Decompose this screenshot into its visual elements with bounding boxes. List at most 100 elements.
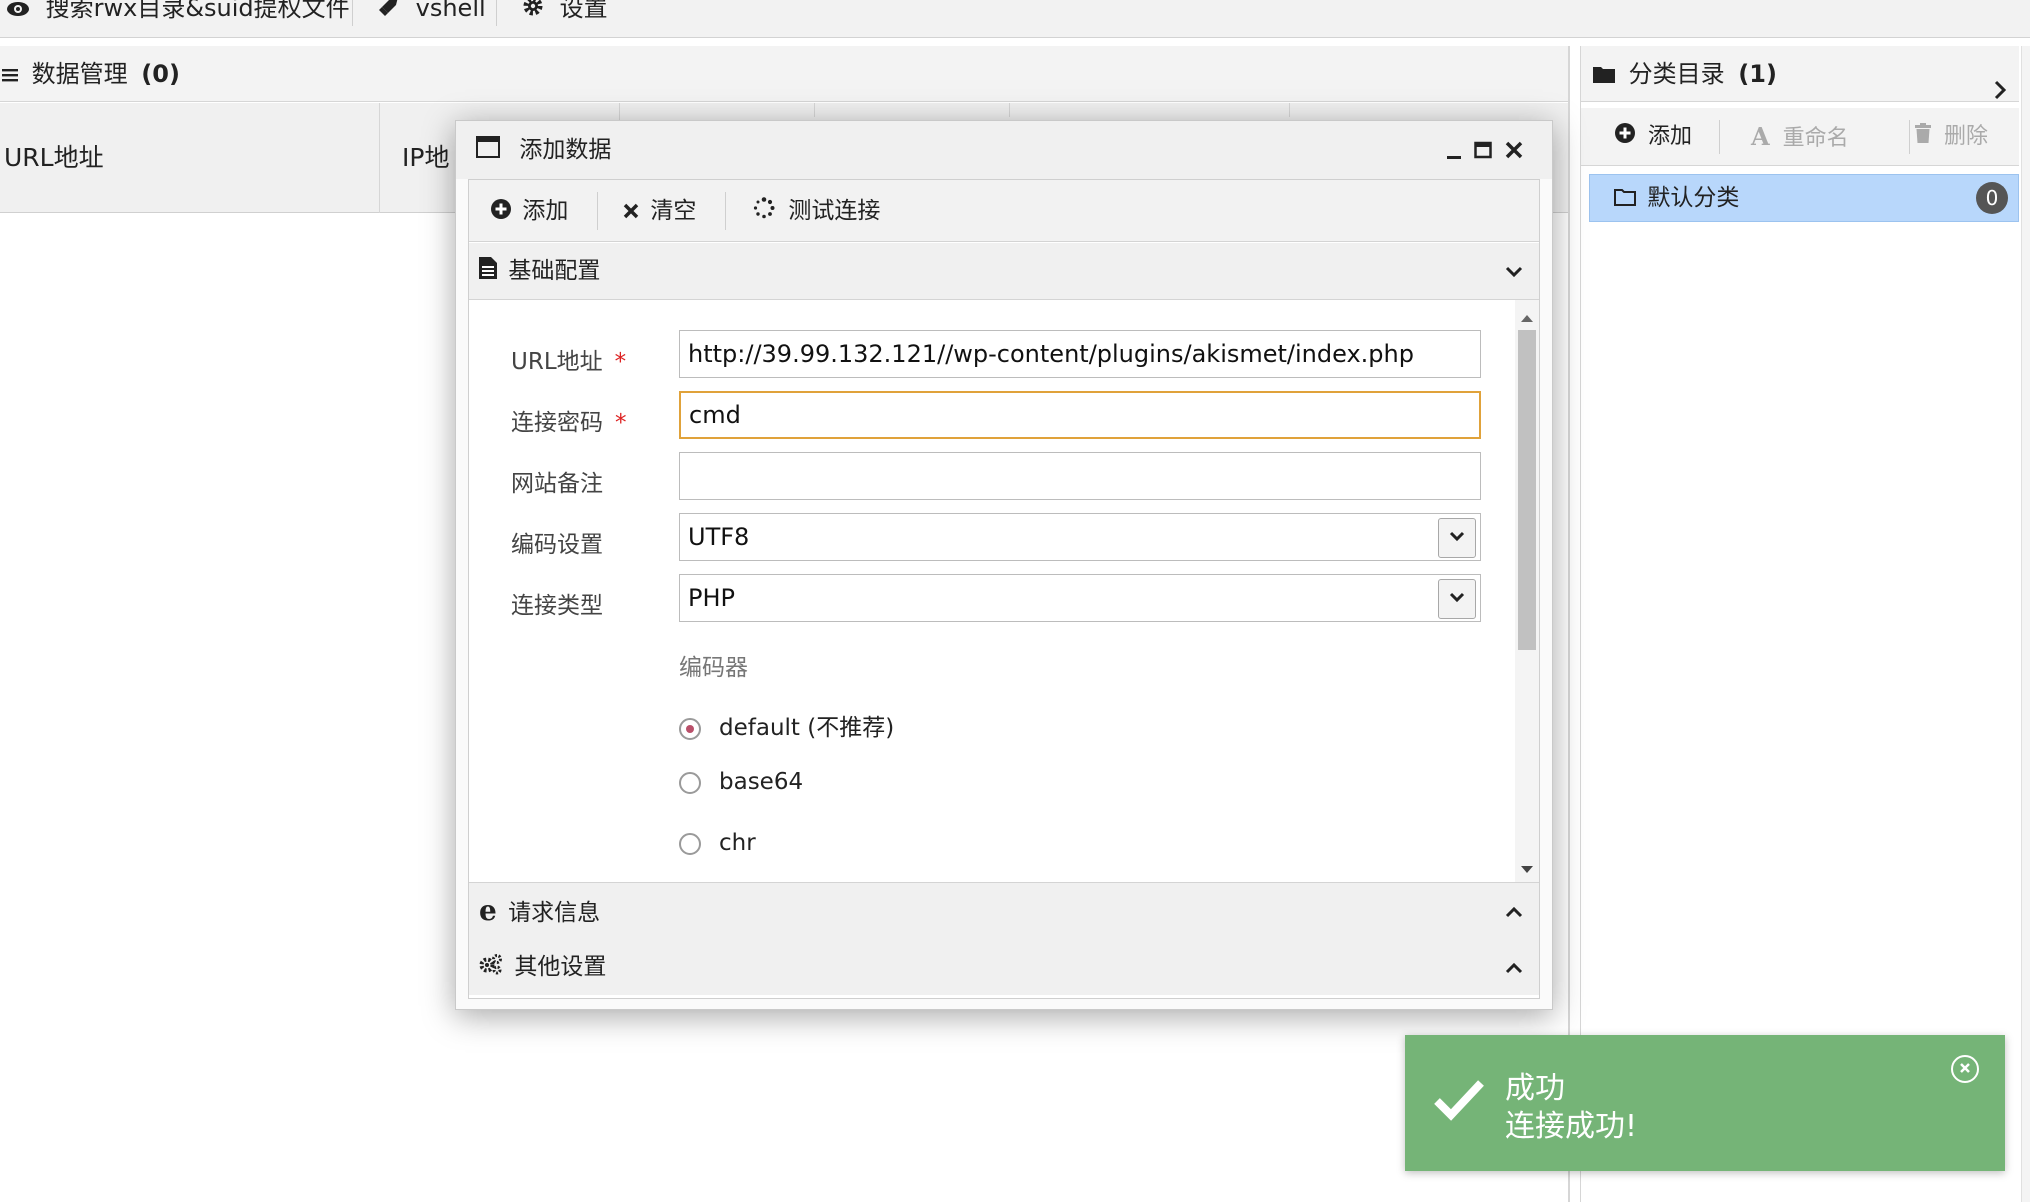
section-other-settings-label: 其他设置 — [514, 954, 607, 980]
scroll-up-icon[interactable] — [1520, 308, 1534, 327]
toast-close-button[interactable] — [1951, 1055, 1979, 1083]
close-icon — [1505, 141, 1523, 159]
note-label: 网站备注 — [511, 471, 603, 497]
success-toast: 成功 连接成功! — [1405, 1035, 2005, 1171]
category-add-button[interactable]: 添加 — [1615, 108, 1692, 166]
url-label-text: URL地址 — [511, 349, 603, 375]
maximize-button[interactable] — [1474, 139, 1492, 166]
window-icon — [476, 122, 500, 180]
password-label: 连接密码 * — [511, 403, 627, 437]
form-scrollbar[interactable] — [1515, 300, 1539, 882]
encoder-option-base64[interactable]: base64 — [679, 769, 803, 795]
scroll-thumb[interactable] — [1518, 330, 1536, 650]
category-add-label: 添加 — [1648, 124, 1693, 149]
category-toolbar: 添加 A 重命名 删除 — [1581, 108, 2019, 166]
toolbar-settings-button[interactable]: 设置 — [522, 0, 608, 28]
category-panel: 分类目录 (1) 添加 A 重命名 删除 默认分类 0 — [1580, 46, 2030, 1202]
trash-icon — [1915, 108, 1931, 166]
encoder-option-label: default (不推荐) — [719, 715, 895, 741]
dialog-clear-label: 清空 — [650, 198, 697, 224]
toast-message: 连接成功! — [1505, 1109, 1638, 1144]
encoder-option-label: chr — [719, 830, 756, 856]
type-select-value: PHP — [688, 584, 735, 612]
dialog-title-bar[interactable]: 添加数据 — [456, 121, 1552, 179]
chevron-down-icon — [1438, 518, 1476, 558]
toolbar-vshell-button[interactable]: vshell — [378, 0, 486, 28]
radio-unchecked-icon — [679, 771, 701, 794]
checkmark-icon — [1433, 1077, 1485, 1125]
dialog-clear-button[interactable]: 清空 — [623, 180, 696, 242]
data-panel-title: 数据管理 — [31, 60, 128, 88]
chevron-up-icon — [1505, 939, 1523, 995]
dialog-toolbar: 添加 清空 测试连接 — [469, 180, 1539, 242]
encoding-select-value: UTF8 — [688, 523, 750, 551]
column-divider — [1010, 103, 1290, 117]
encoder-option-chr[interactable]: chr — [679, 830, 756, 856]
chevron-up-icon — [1505, 883, 1523, 939]
url-input[interactable]: http://39.99.132.121//wp-content/plugins… — [679, 330, 1481, 378]
toolbar-divider — [597, 192, 598, 230]
column-divider — [815, 103, 1010, 117]
dialog-test-connection-label: 测试连接 — [788, 198, 881, 224]
column-url[interactable]: URL地址 — [0, 103, 380, 213]
category-delete-button[interactable]: 删除 — [1915, 108, 1988, 166]
ie-icon: e — [479, 894, 497, 927]
type-select[interactable]: PHP — [679, 574, 1481, 622]
minimize-button[interactable] — [1446, 139, 1462, 166]
toolbar-search-rwx-button[interactable]: 搜索rwx目录&suid提权文件 — [6, 0, 350, 28]
section-other-settings[interactable]: 其他设置 — [469, 939, 1539, 995]
encoder-option-label: base64 — [719, 769, 804, 795]
plus-circle-icon — [1615, 108, 1635, 166]
x-icon — [623, 181, 639, 243]
category-panel-title: 分类目录 — [1628, 60, 1725, 88]
scroll-down-icon[interactable] — [1520, 860, 1534, 879]
toolbar-divider — [1909, 120, 1910, 154]
category-rename-button[interactable]: A 重命名 — [1751, 108, 1849, 166]
dialog-add-button[interactable]: 添加 — [491, 180, 568, 242]
dialog-test-connection-button[interactable]: 测试连接 — [753, 180, 880, 242]
document-icon — [479, 244, 497, 300]
category-delete-label: 删除 — [1944, 124, 1989, 149]
category-item-default[interactable]: 默认分类 0 — [1589, 174, 2019, 222]
eye-icon — [6, 0, 30, 29]
data-panel-count: (0) — [141, 60, 180, 88]
section-basic-config[interactable]: 基础配置 — [469, 243, 1539, 300]
toolbar-divider — [352, 0, 353, 26]
required-mark: * — [614, 349, 627, 375]
maximize-icon — [1474, 141, 1492, 159]
encoder-option-default[interactable]: default (不推荐) — [679, 708, 894, 742]
close-button[interactable] — [1504, 139, 1524, 166]
note-input[interactable] — [679, 452, 1481, 500]
add-data-dialog: 添加数据 添加 清空 测试连接 基础配置 URL地址 * http://39.9… — [455, 120, 1553, 1010]
url-label: URL地址 * — [511, 342, 626, 376]
category-scrollbar[interactable] — [2021, 46, 2030, 1202]
font-icon: A — [1751, 122, 1770, 151]
required-mark: * — [615, 410, 627, 436]
gears-icon — [479, 940, 503, 996]
data-panel-header: 数据管理 (0) — [0, 46, 1568, 102]
section-request-info[interactable]: e 请求信息 — [469, 882, 1539, 940]
dialog-title: 添加数据 — [519, 137, 612, 163]
dialog-add-label: 添加 — [522, 198, 569, 224]
category-panel-count: (1) — [1738, 60, 1777, 88]
gear-icon — [522, 0, 544, 29]
password-input[interactable]: cmd — [679, 391, 1481, 439]
encoding-select[interactable]: UTF8 — [679, 513, 1481, 561]
top-toolbar: 搜索rwx目录&suid提权文件 vshell 设置 — [0, 0, 2030, 38]
toolbar-search-rwx-label: 搜索rwx目录&suid提权文件 — [45, 0, 350, 22]
password-label-text: 连接密码 — [511, 410, 603, 436]
folder-outline-icon — [1614, 176, 1636, 222]
category-rename-label: 重命名 — [1782, 126, 1849, 151]
section-request-info-label: 请求信息 — [508, 900, 601, 926]
toolbar-settings-label: 设置 — [559, 0, 608, 22]
category-item-label: 默认分类 — [1647, 185, 1740, 211]
encoder-label: 编码器 — [679, 655, 748, 681]
category-count-badge: 0 — [1976, 182, 2008, 214]
basic-config-form: URL地址 * http://39.99.132.121//wp-content/… — [469, 300, 1539, 882]
chevron-down-icon — [1438, 579, 1476, 619]
column-divider — [620, 103, 815, 117]
spinner-icon — [753, 181, 775, 243]
plus-circle-icon — [491, 181, 511, 243]
type-label: 连接类型 — [511, 593, 603, 619]
chevron-down-icon — [1505, 243, 1523, 299]
